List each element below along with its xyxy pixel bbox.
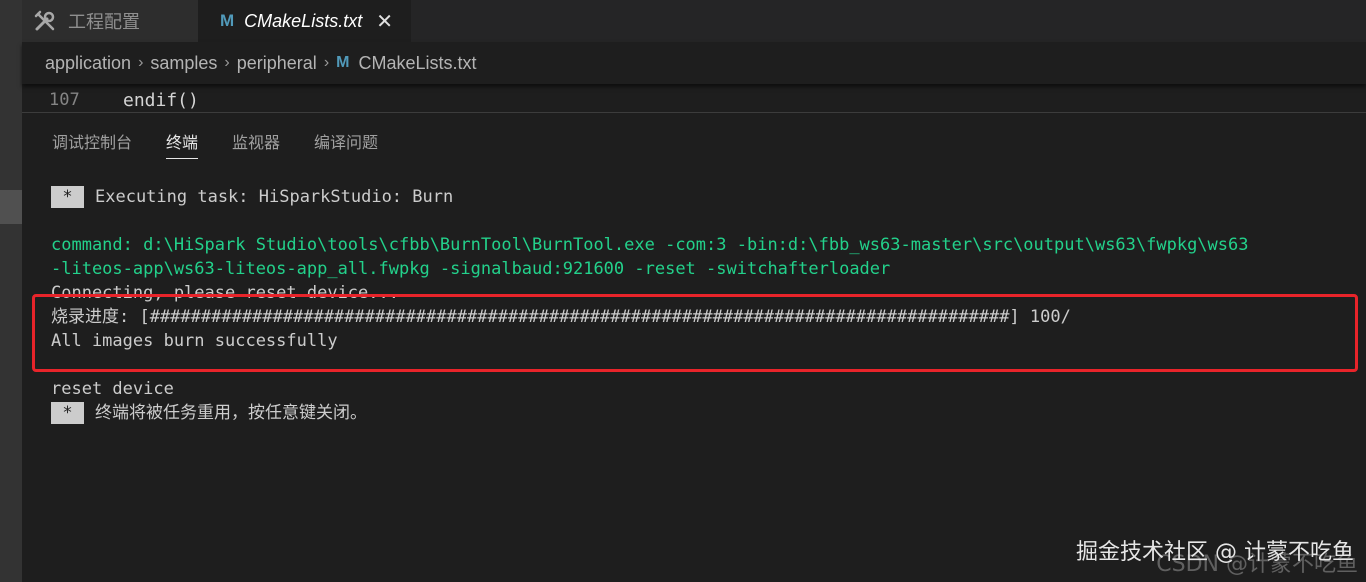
tab-build-problems[interactable]: 编译问题	[314, 129, 378, 159]
vscode-window: 工程配置 M CMakeLists.txt ✕ application › sa…	[0, 0, 1366, 582]
burn-progress-text: 烧录进度: [#################################…	[51, 307, 1071, 327]
bottom-panel: 调试控制台 终端 监视器 编译问题 * Executing task: HiSpa…	[22, 112, 1366, 582]
panel-tab-bar: 调试控制台 终端 监视器 编译问题	[52, 129, 412, 159]
tab-label: CMakeLists.txt	[244, 10, 363, 31]
line-number: 107	[49, 90, 80, 110]
command-line-1: command: d:\HiSpark Studio\tools\cfbb\Bu…	[51, 235, 1249, 255]
terminal-line: * Executing task: HiSparkStudio: Burn	[51, 185, 1346, 209]
star-badge: *	[51, 402, 84, 424]
executing-task-text: Executing task: HiSparkStudio: Burn	[95, 187, 454, 207]
terminal-reuse-text: 终端将被任务重用，按任意键关闭。	[95, 403, 367, 423]
code-line[interactable]: endif()	[123, 90, 199, 111]
tab-terminal[interactable]: 终端	[166, 129, 199, 159]
watermark-juejin: 掘金技术社区 @ 计蒙不吃鱼	[1076, 540, 1354, 565]
terminal-output[interactable]: * Executing task: HiSparkStudio: Burn com…	[51, 185, 1346, 425]
chevron-right-icon: ›	[224, 54, 230, 71]
breadcrumb-item-samples[interactable]: samples	[150, 53, 217, 74]
terminal-line: * 终端将被任务重用，按任意键关闭。	[51, 401, 1346, 425]
command-line-2: -liteos-app\ws63-liteos-app_all.fwpkg -s…	[51, 259, 891, 279]
cmake-m-icon: M	[220, 11, 235, 30]
activity-bar	[0, 0, 22, 582]
breadcrumb: application › samples › peripheral › M C…	[22, 42, 1366, 84]
burn-success-text: All images burn successfully	[51, 331, 338, 351]
tab-debug-console[interactable]: 调试控制台	[52, 129, 132, 159]
editor-tab-bar: 工程配置 M CMakeLists.txt ✕	[22, 0, 1366, 42]
tab-monitor[interactable]: 监视器	[232, 129, 280, 159]
chevron-right-icon: ›	[138, 54, 144, 71]
breadcrumb-item-peripheral[interactable]: peripheral	[237, 53, 317, 74]
star-badge: *	[51, 186, 84, 208]
cmake-m-icon: M	[336, 54, 350, 71]
breadcrumb-item-file[interactable]: CMakeLists.txt	[358, 53, 476, 74]
tab-label: 工程配置	[68, 12, 140, 32]
tools-icon	[34, 10, 56, 32]
connecting-text: Connecting, please reset device...	[51, 283, 399, 303]
tab-project-config[interactable]: 工程配置	[22, 0, 198, 42]
editor-area[interactable]: 107 endif()	[22, 84, 1366, 112]
close-icon[interactable]: ✕	[376, 9, 393, 33]
chevron-right-icon: ›	[323, 54, 330, 71]
breadcrumb-item-application[interactable]: application	[45, 53, 131, 74]
activity-bar-indicator[interactable]	[0, 190, 22, 224]
reset-device-text: reset device	[51, 379, 174, 399]
tab-cmakelists[interactable]: M CMakeLists.txt ✕	[198, 0, 411, 42]
